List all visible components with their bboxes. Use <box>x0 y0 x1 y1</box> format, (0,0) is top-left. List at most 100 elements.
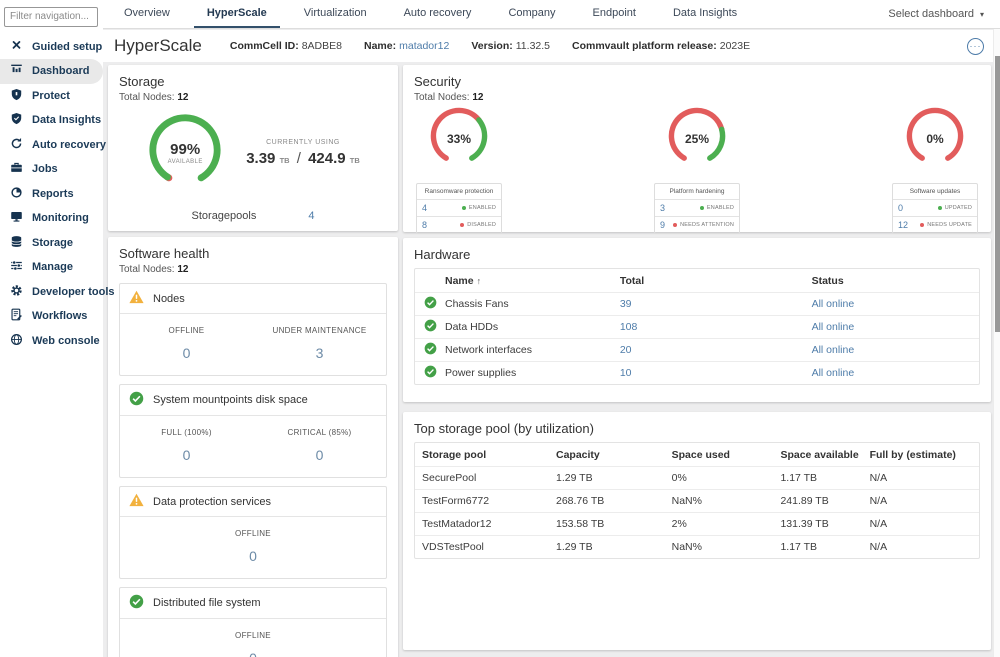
database-icon <box>10 235 23 251</box>
tab-overview[interactable]: Overview <box>111 0 183 28</box>
enabled-count-link[interactable]: 3 <box>660 203 665 213</box>
security-card: Security Total Nodes: 12 33% Ransomware … <box>403 65 991 232</box>
sidebar-item-reports[interactable]: Reports <box>0 182 103 207</box>
updated-count-link[interactable]: 0 <box>898 203 903 213</box>
tools-icon <box>10 39 23 55</box>
critical-count-link[interactable]: 0 <box>253 447 386 463</box>
check-circle-icon <box>424 296 437 312</box>
sidebar-item-developer-tools[interactable]: Developer tools <box>0 280 103 305</box>
briefcase-icon <box>10 161 23 177</box>
vertical-scrollbar <box>993 29 1000 657</box>
tab-auto-recovery[interactable]: Auto recovery <box>391 0 485 28</box>
version: Version:11.32.5 <box>471 40 550 52</box>
sidebar-item-storage[interactable]: Storage <box>0 231 103 256</box>
status-link[interactable]: All online <box>812 298 855 310</box>
ransomware-gauge: 33% <box>428 105 490 172</box>
check-circle-icon <box>424 342 437 358</box>
tab-hyperscale[interactable]: HyperScale <box>194 0 280 28</box>
total-count-link[interactable]: 39 <box>620 298 632 310</box>
disabled-count-link[interactable]: 8 <box>422 220 427 230</box>
table-row: 9 NEEDS ATTENTION <box>655 216 739 233</box>
status-link[interactable]: All online <box>812 344 855 356</box>
storage-card: Storage Total Nodes: 12 99% AVAILABLE CU… <box>108 65 398 231</box>
scrollbar-thumb[interactable] <box>995 56 1000 332</box>
table-row: SecurePool 1.29 TB 0% 1.17 TB N/A <box>415 466 979 489</box>
pool-name: SecurePool <box>415 472 556 484</box>
top-navigation-bar: Overview HyperScale Virtualization Auto … <box>103 0 1000 29</box>
pool-card-title: Top storage pool (by utilization) <box>414 421 980 436</box>
pool-name: TestForm6772 <box>415 495 556 507</box>
sidebar-item-data-insights[interactable]: Data Insights <box>0 108 103 133</box>
total-count-link[interactable]: 20 <box>620 344 632 356</box>
hardware-table: Name↑ Total Status Chassis Fans 39 All o… <box>414 268 980 385</box>
total-count-link[interactable]: 108 <box>620 321 638 333</box>
tab-data-insights[interactable]: Data Insights <box>660 0 750 28</box>
total-count-link[interactable]: 10 <box>620 367 632 379</box>
offline-count-link[interactable]: 0 <box>120 650 386 657</box>
security-total-nodes: Total Nodes: 12 <box>414 92 980 103</box>
more-options-button[interactable]: ··· <box>967 38 984 55</box>
table-row: TestMatador12 153.58 TB 2% 131.39 TB N/A <box>415 512 979 535</box>
sidebar-item-protect[interactable]: Protect <box>0 84 103 109</box>
status-link[interactable]: All online <box>812 321 855 333</box>
sidebar-item-auto-recovery[interactable]: Auto recovery <box>0 133 103 158</box>
tab-company[interactable]: Company <box>495 0 568 28</box>
software-health-total-nodes: Total Nodes: 12 <box>119 264 387 275</box>
page-header: HyperScale CommCell ID:8ADBE8 Name:matad… <box>103 30 1000 62</box>
table-row: Network interfaces 20 All online <box>415 338 979 361</box>
updates-table: Software updates 0 UPDATED 12 NEEDS UPDA… <box>892 183 978 234</box>
needs-attention-count-link[interactable]: 9 <box>660 220 665 230</box>
shield-icon <box>10 88 23 104</box>
hardware-table-header: Name↑ Total Status <box>415 269 979 292</box>
storagepools-label: Storagepools <box>192 210 257 222</box>
status-dot <box>673 223 677 227</box>
platform-release: Commvault platform release:2023E <box>572 40 750 52</box>
sidebar-item-workflows[interactable]: Workflows <box>0 304 103 329</box>
storage-availability-gauge: 99% AVAILABLE <box>146 111 224 194</box>
table-row: 0 UPDATED <box>893 199 977 216</box>
enabled-count-link[interactable]: 4 <box>422 203 427 213</box>
sidebar-item-label: Storage <box>32 237 73 249</box>
maintenance-count-link[interactable]: 3 <box>253 345 386 361</box>
needs-update-count-link[interactable]: 12 <box>898 220 908 230</box>
warning-icon <box>129 290 144 307</box>
status-dot <box>460 223 464 227</box>
hardening-table: Platform hardening 3 ENABLED 9 NEEDS ATT… <box>654 183 740 234</box>
page-title: HyperScale <box>114 36 202 56</box>
sidebar-item-monitoring[interactable]: Monitoring <box>0 206 103 231</box>
table-row: Power supplies 10 All online <box>415 361 979 384</box>
sidebar-item-manage[interactable]: Manage <box>0 255 103 280</box>
distributed-fs-panel: Distributed file system OFFLINE 0 <box>119 587 387 657</box>
full-count-link[interactable]: 0 <box>120 447 253 463</box>
tab-virtualization[interactable]: Virtualization <box>291 0 380 28</box>
platform-hardening-section: 25% Platform hardening 3 ENABLED 9 NEEDS… <box>654 105 740 234</box>
panel-title: System mountpoints disk space <box>153 394 308 406</box>
currently-using-block: CURRENTLY USING 3.39 TB / 424.9 TB <box>246 139 360 167</box>
panel-title: Data protection services <box>153 496 271 508</box>
pool-table-header: Storage pool Capacity Space used Space a… <box>415 443 979 466</box>
select-dashboard-dropdown[interactable]: Select dashboard ▾ <box>888 8 984 20</box>
offline-count-link[interactable]: 0 <box>120 345 253 361</box>
table-row: 3 ENABLED <box>655 199 739 216</box>
offline-count-link[interactable]: 0 <box>120 548 386 564</box>
hardening-gauge: 25% <box>666 105 728 172</box>
sidebar-item-label: Jobs <box>32 163 58 175</box>
top-storage-pool-card: Top storage pool (by utilization) Storag… <box>403 412 991 650</box>
ransomware-protection-section: 33% Ransomware protection 4 ENABLED 8 DI… <box>416 105 502 234</box>
sidebar-item-jobs[interactable]: Jobs <box>0 157 103 182</box>
tab-endpoint[interactable]: Endpoint <box>580 0 649 28</box>
software-health-title: Software health <box>119 246 387 261</box>
sidebar-item-web-console[interactable]: Web console <box>0 329 103 354</box>
pool-name: TestMatador12 <box>415 518 556 530</box>
sidebar-item-dashboard[interactable]: Dashboard <box>0 59 103 84</box>
commcell-name-link[interactable]: matador12 <box>399 40 449 52</box>
status-link[interactable]: All online <box>812 367 855 379</box>
sidebar-item-label: Data Insights <box>32 114 101 126</box>
software-health-card: Software health Total Nodes: 12 Nodes OF… <box>108 237 398 657</box>
sidebar: Guided setup Dashboard Protect Data Insi… <box>0 0 103 657</box>
sort-header-name[interactable]: Name↑ <box>445 275 620 287</box>
storagepools-count-link[interactable]: 4 <box>308 210 314 222</box>
sidebar-item-guided-setup[interactable]: Guided setup <box>0 35 103 60</box>
panel-title: Distributed file system <box>153 597 261 609</box>
filter-navigation-input[interactable] <box>4 7 98 27</box>
